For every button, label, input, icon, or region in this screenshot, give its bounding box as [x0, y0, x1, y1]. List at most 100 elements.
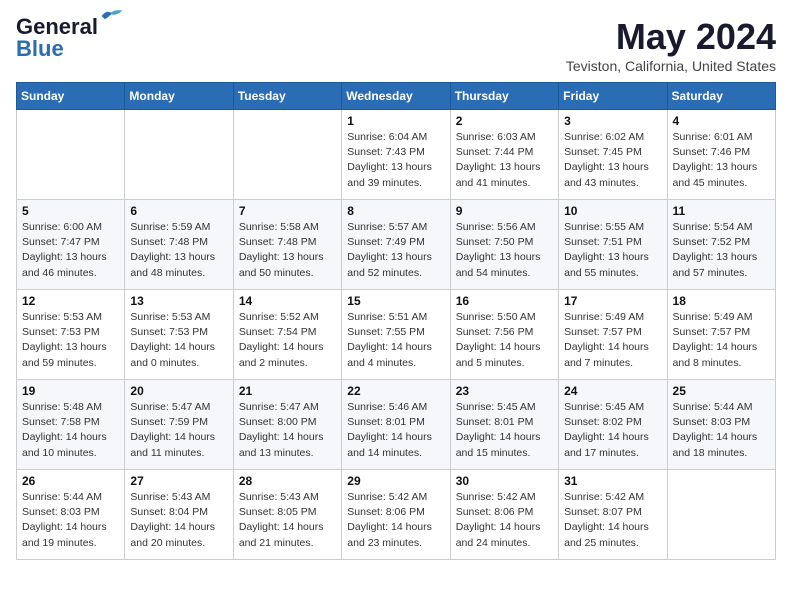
day-number: 30 [456, 474, 553, 488]
daylight-text: Daylight: 14 hours and 10 minutes. [22, 430, 119, 460]
calendar-cell: 13 Sunrise: 5:53 AMSunset: 7:53 PMDayligh… [125, 290, 233, 380]
day-info: Sunrise: 5:45 AMSunset: 8:02 PMDaylight:… [564, 400, 661, 461]
calendar-cell: 30 Sunrise: 5:42 AMSunset: 8:06 PMDayligh… [450, 470, 558, 560]
sunrise-text: Sunrise: 5:47 AM [130, 400, 227, 415]
day-info: Sunrise: 5:53 AMSunset: 7:53 PMDaylight:… [130, 310, 227, 371]
sunset-text: Sunset: 8:03 PM [673, 415, 770, 430]
day-number: 7 [239, 204, 336, 218]
sunset-text: Sunset: 7:52 PM [673, 235, 770, 250]
header-sunday: Sunday [17, 83, 125, 110]
day-info: Sunrise: 5:57 AMSunset: 7:49 PMDaylight:… [347, 220, 444, 281]
sunset-text: Sunset: 8:06 PM [347, 505, 444, 520]
daylight-text: Daylight: 13 hours and 39 minutes. [347, 160, 444, 190]
day-info: Sunrise: 5:44 AMSunset: 8:03 PMDaylight:… [22, 490, 119, 551]
day-number: 2 [456, 114, 553, 128]
sunset-text: Sunset: 7:59 PM [130, 415, 227, 430]
sunset-text: Sunset: 8:01 PM [347, 415, 444, 430]
location-subtitle: Teviston, California, United States [566, 58, 776, 74]
day-number: 25 [673, 384, 770, 398]
header-monday: Monday [125, 83, 233, 110]
calendar-cell: 23Sunrise: 5:45 AMSunset: 8:01 PMDayligh… [450, 380, 558, 470]
calendar-cell: 11Sunrise: 5:54 AMSunset: 7:52 PMDayligh… [667, 200, 775, 290]
calendar-cell: 20Sunrise: 5:47 AMSunset: 7:59 PMDayligh… [125, 380, 233, 470]
calendar-cell [667, 470, 775, 560]
sunset-text: Sunset: 7:58 PM [22, 415, 119, 430]
day-number: 21 [239, 384, 336, 398]
sunrise-text: Sunrise: 6:01 AM [673, 130, 770, 145]
logo-bird-icon [100, 8, 124, 24]
day-number: 11 [673, 204, 770, 218]
sunset-text: Sunset: 7:46 PM [673, 145, 770, 160]
day-info: Sunrise: 5:56 AMSunset: 7:50 PMDaylight:… [456, 220, 553, 281]
daylight-text: Daylight: 14 hours and 7 minutes. [564, 340, 661, 370]
sunset-text: Sunset: 7:45 PM [564, 145, 661, 160]
sunset-text: Sunset: 7:43 PM [347, 145, 444, 160]
header-thursday: Thursday [450, 83, 558, 110]
day-number: 13 [130, 294, 227, 308]
sunrise-text: Sunrise: 5:58 AM [239, 220, 336, 235]
daylight-text: Daylight: 14 hours and 19 minutes. [22, 520, 119, 550]
sunset-text: Sunset: 7:49 PM [347, 235, 444, 250]
sunrise-text: Sunrise: 5:46 AM [347, 400, 444, 415]
day-number: 9 [456, 204, 553, 218]
day-info: Sunrise: 5:42 AMSunset: 8:06 PMDaylight:… [456, 490, 553, 551]
sunset-text: Sunset: 7:44 PM [456, 145, 553, 160]
daylight-text: Daylight: 13 hours and 54 minutes. [456, 250, 553, 280]
sunset-text: Sunset: 7:53 PM [22, 325, 119, 340]
calendar-week-row: 12Sunrise: 5:53 AMSunset: 7:53 PMDayligh… [17, 290, 776, 380]
day-number: 28 [239, 474, 336, 488]
calendar-cell [233, 110, 341, 200]
sunset-text: Sunset: 8:07 PM [564, 505, 661, 520]
calendar-cell: 4Sunrise: 6:01 AMSunset: 7:46 PMDaylight… [667, 110, 775, 200]
calendar-cell: 15Sunrise: 5:51 AMSunset: 7:55 PMDayligh… [342, 290, 450, 380]
day-number: 8 [347, 204, 444, 218]
calendar-cell: 10Sunrise: 5:55 AMSunset: 7:51 PMDayligh… [559, 200, 667, 290]
daylight-text: Daylight: 14 hours and 13 minutes. [239, 430, 336, 460]
calendar-week-row: 26Sunrise: 5:44 AMSunset: 8:03 PMDayligh… [17, 470, 776, 560]
day-info: Sunrise: 5:44 AMSunset: 8:03 PMDaylight:… [673, 400, 770, 461]
daylight-text: Daylight: 13 hours and 48 minutes. [130, 250, 227, 280]
daylight-text: Daylight: 13 hours and 52 minutes. [347, 250, 444, 280]
day-number: 5 [22, 204, 119, 218]
sunset-text: Sunset: 8:05 PM [239, 505, 336, 520]
sunrise-text: Sunrise: 5:53 AM [130, 310, 227, 325]
daylight-text: Daylight: 14 hours and 4 minutes. [347, 340, 444, 370]
daylight-text: Daylight: 14 hours and 14 minutes. [347, 430, 444, 460]
sunrise-text: Sunrise: 5:59 AM [130, 220, 227, 235]
calendar-cell: 24Sunrise: 5:45 AMSunset: 8:02 PMDayligh… [559, 380, 667, 470]
day-info: Sunrise: 6:03 AMSunset: 7:44 PMDaylight:… [456, 130, 553, 191]
calendar-cell: 31Sunrise: 5:42 AMSunset: 8:07 PMDayligh… [559, 470, 667, 560]
calendar-cell: 25 Sunrise: 5:44 AMSunset: 8:03 PMDayligh… [667, 380, 775, 470]
calendar-table: SundayMondayTuesdayWednesdayThursdayFrid… [16, 82, 776, 560]
sunrise-text: Sunrise: 5:42 AM [456, 490, 553, 505]
day-number: 20 [130, 384, 227, 398]
daylight-text: Daylight: 14 hours and 18 minutes. [673, 430, 770, 460]
day-number: 27 [130, 474, 227, 488]
sunrise-text: Sunrise: 5:45 AM [456, 400, 553, 415]
day-number: 1 [347, 114, 444, 128]
sunrise-text: Sunrise: 5:49 AM [673, 310, 770, 325]
daylight-text: Daylight: 14 hours and 0 minutes. [130, 340, 227, 370]
sunrise-text: Sunrise: 5:54 AM [673, 220, 770, 235]
main-title: May 2024 [566, 16, 776, 58]
calendar-cell: 28 Sunrise: 5:43 AMSunset: 8:05 PMDayligh… [233, 470, 341, 560]
day-info: Sunrise: 5:46 AMSunset: 8:01 PMDaylight:… [347, 400, 444, 461]
sunset-text: Sunset: 8:00 PM [239, 415, 336, 430]
header: General Blue May 2024 Teviston, Californ… [16, 16, 776, 74]
sunrise-text: Sunrise: 5:44 AM [22, 490, 119, 505]
calendar-cell: 16Sunrise: 5:50 AMSunset: 7:56 PMDayligh… [450, 290, 558, 380]
calendar-cell: 7Sunrise: 5:58 AMSunset: 7:48 PMDaylight… [233, 200, 341, 290]
daylight-text: Daylight: 14 hours and 2 minutes. [239, 340, 336, 370]
day-number: 23 [456, 384, 553, 398]
sunrise-text: Sunrise: 6:03 AM [456, 130, 553, 145]
day-number: 10 [564, 204, 661, 218]
sunrise-text: Sunrise: 5:42 AM [347, 490, 444, 505]
calendar-week-row: 1 Sunrise: 6:04 AMSunset: 7:43 PMDaylight… [17, 110, 776, 200]
daylight-text: Daylight: 13 hours and 50 minutes. [239, 250, 336, 280]
daylight-text: Daylight: 13 hours and 46 minutes. [22, 250, 119, 280]
sunset-text: Sunset: 8:03 PM [22, 505, 119, 520]
calendar-header-row: SundayMondayTuesdayWednesdayThursdayFrid… [17, 83, 776, 110]
sunrise-text: Sunrise: 6:04 AM [347, 130, 444, 145]
logo-general: General [16, 16, 98, 38]
day-info: Sunrise: 5:43 AMSunset: 8:05 PMDaylight:… [239, 490, 336, 551]
